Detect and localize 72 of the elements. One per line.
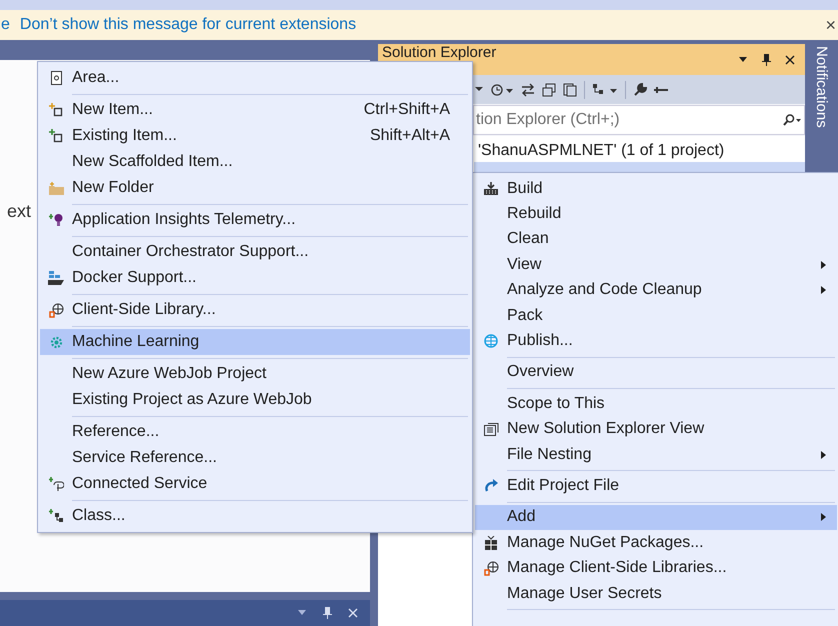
menu-item[interactable]: Container Orchestrator Support... [40, 239, 470, 265]
clock-icon[interactable] [490, 82, 514, 96]
editor-text: ext [7, 201, 32, 221]
search-field[interactable]: tion Explorer (Ctrl+;) [473, 105, 805, 135]
menu-item[interactable]: Existing Project as Azure WebJob [40, 387, 470, 413]
curved-arrow-icon [484, 479, 498, 492]
search-icon[interactable] [783, 114, 801, 126]
menu-item[interactable]: Scope to This [475, 391, 837, 417]
menu-item[interactable]: Class... [40, 503, 470, 529]
document-icon [50, 71, 62, 85]
menu-item[interactable]: Build [475, 176, 837, 202]
menu-item[interactable]: View [475, 252, 837, 278]
caret-icon[interactable] [475, 87, 483, 92]
menu-item[interactable]: Edit Project File [475, 473, 837, 499]
menu-item[interactable]: New Azure WebJob Project [40, 361, 470, 387]
sync-icon[interactable] [521, 82, 535, 96]
menu-item[interactable]: Docker Support... [40, 265, 470, 291]
tree-item[interactable]: 'ShanuASPMLNET' (1 of 1 project) [474, 140, 805, 162]
menu-item[interactable]: Manage NuGet Packages... [475, 530, 837, 556]
menu-item[interactable]: Rebuild [475, 201, 837, 227]
menu-item[interactable]: Machine Learning [40, 329, 470, 355]
menu-item[interactable]: Manage Client-Side Libraries... [475, 555, 837, 581]
info-link[interactable]: e [1, 16, 10, 34]
pin-icon[interactable] [762, 54, 771, 66]
menu-item[interactable]: Service Reference... [40, 445, 470, 471]
menu-item[interactable]: New Folder [40, 175, 470, 201]
menu-item[interactable]: File Nesting [475, 442, 837, 468]
connected-service-icon [48, 477, 64, 491]
submenu-arrow-icon [821, 260, 826, 269]
new-item-icon [49, 103, 63, 117]
globe-icon [484, 560, 498, 576]
globe-icon [48, 302, 64, 318]
submenu-arrow-icon [821, 286, 826, 294]
menu-item[interactable]: New Scaffolded Item... [40, 149, 470, 175]
menu-item[interactable]: Client-Side Library... [40, 297, 470, 323]
close-icon[interactable] [785, 54, 795, 64]
build-icon [484, 182, 498, 196]
menu-item[interactable]: Pack [475, 302, 837, 328]
menu-item[interactable]: Application Insights Telemetry... [40, 207, 470, 233]
wrench-icon[interactable] [633, 82, 647, 96]
hierarchy-icon[interactable] [592, 82, 618, 96]
menu-item[interactable]: Reference... [40, 419, 470, 445]
menu-item[interactable]: Manage User Secrets [475, 580, 837, 606]
pin-icon[interactable] [323, 607, 332, 619]
gear-icon [48, 334, 64, 350]
panel-title: Solution Explorer [382, 45, 496, 60]
new-folder-icon [48, 182, 64, 194]
menu-item[interactable]: Existing Item... Shift+Alt+A [40, 123, 470, 149]
docker-icon [48, 271, 64, 285]
globe-icon [484, 334, 498, 349]
menu-item[interactable]: New Solution Explorer View [475, 416, 837, 442]
collapse-icon[interactable] [542, 82, 556, 96]
menu-item[interactable]: Area... [40, 65, 470, 91]
window-icon [484, 422, 498, 436]
dont-show-link[interactable]: Don’t show this message for current extensions [20, 16, 356, 34]
copy-icon[interactable] [563, 82, 577, 96]
menu-item[interactable]: Clean [475, 226, 837, 252]
lightbulb-icon [48, 213, 64, 227]
menu-item[interactable]: Connected Service [40, 471, 470, 497]
menu-item[interactable]: New Item... Ctrl+Shift+A [40, 97, 470, 123]
package-icon [485, 536, 497, 550]
submenu-arrow-icon [821, 450, 826, 459]
menu-item[interactable]: Overview [475, 360, 837, 386]
notifications-tab[interactable]: Notifications [813, 46, 830, 136]
class-icon [48, 508, 64, 524]
add-item-icon [49, 129, 63, 143]
close-button[interactable]: × [825, 14, 836, 36]
menu-item[interactable]: Add [475, 504, 837, 530]
menu-item[interactable]: Publish... [475, 328, 837, 354]
dropdown-icon[interactable] [738, 56, 748, 62]
menu-item[interactable]: Analyze and Code Cleanup [475, 278, 837, 303]
submenu-arrow-icon [821, 513, 826, 522]
